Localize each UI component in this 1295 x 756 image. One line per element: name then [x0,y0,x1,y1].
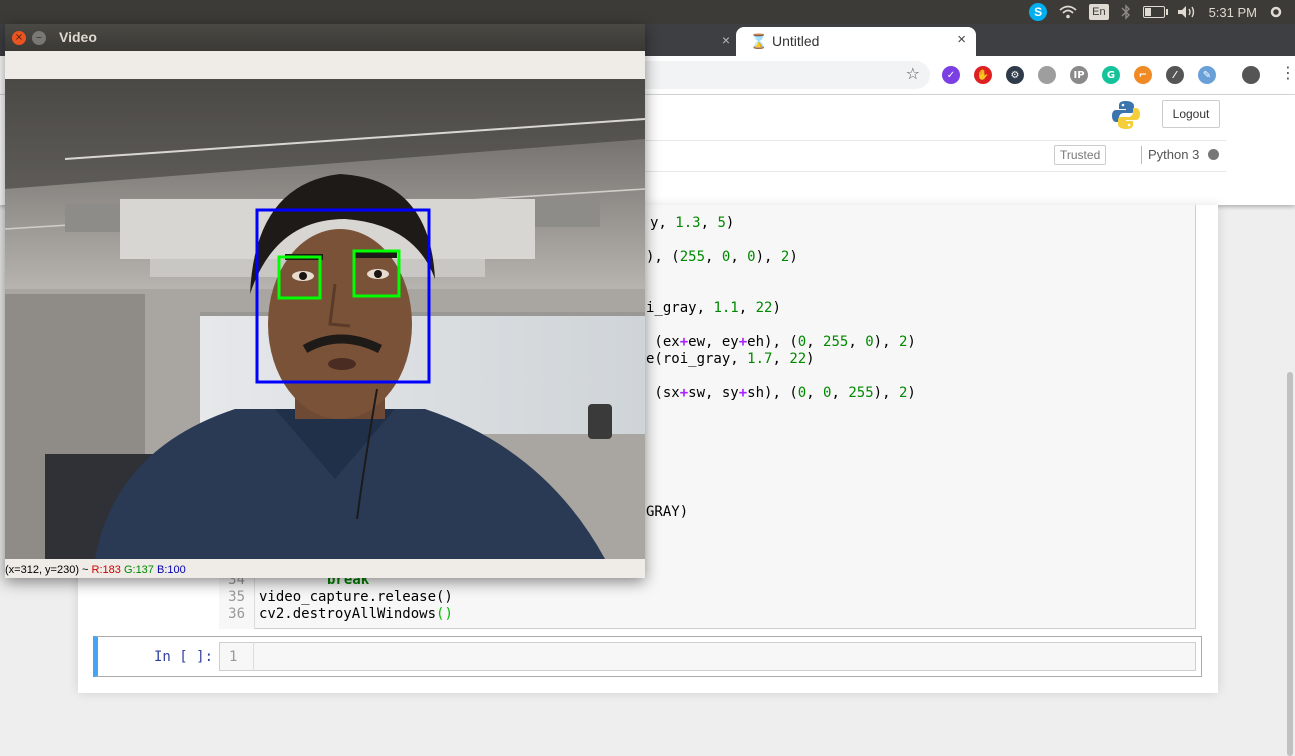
clock[interactable]: 5:31 PM [1209,5,1257,20]
address-bar[interactable]: ☆ [620,61,930,89]
tab-title: Untitled [772,33,820,49]
code-line: y, 1.3, 5) [650,215,735,231]
code-line: ), (255, 0, 0), 2) [646,249,798,265]
close-tab-icon[interactable]: × [957,31,966,48]
ext-color-brush-icon[interactable]: ✎ [1198,66,1216,84]
ext-grey-bubble-icon[interactable] [1038,66,1056,84]
line-number: 1 [229,649,238,665]
system-tray: S En 5:31 PM [1029,0,1283,24]
cell-prompt: In [ ]: [154,649,214,665]
skype-icon[interactable]: S [1029,3,1048,21]
system-top-panel: S En 5:31 PM [0,0,1295,24]
python-logo-icon [1112,101,1140,129]
trusted-indicator[interactable]: Trusted [1054,145,1107,165]
ext-red-hand-icon[interactable]: ✋ [974,66,992,84]
toolbar-divider [640,171,1226,172]
video-window-titlebar[interactable]: × – Video [5,24,645,51]
video-window-title: Video [59,29,97,45]
code-line: video_capture.release() [259,589,453,605]
battery-icon[interactable] [1142,6,1168,18]
logout-button[interactable]: Logout [1162,100,1220,128]
toolbar-divider [640,140,1226,141]
kernel-status-icon [1208,149,1219,160]
browser-tab-active[interactable]: ⌛ Untitled × [736,27,976,56]
profile-icon[interactable] [1242,66,1260,84]
kernel-name[interactable]: Python 3 [1148,147,1199,162]
webcam-frame [5,79,645,559]
empty-cell-input[interactable] [219,642,1196,671]
code-line: e(roi_gray, 1.7, 22) [646,351,815,367]
code-line: GRAY) [646,504,689,520]
line-number: 35 [228,589,245,605]
webcam-scene [5,79,645,559]
system-gear-icon[interactable] [1269,5,1283,19]
volume-icon[interactable] [1177,5,1197,19]
extension-icons: ✓ ✋ ⚙ IP G ⌐ ⁄ ✎ [942,66,1216,84]
window-minimize-icon[interactable]: – [32,31,46,45]
wifi-icon[interactable] [1059,5,1077,19]
window-close-icon[interactable]: × [12,31,26,45]
code-line: (ex+ew, ey+eh), (0, 255, 0), 2) [646,334,916,350]
bookmark-star-icon[interactable]: ☆ [906,64,920,83]
browser-menu-icon[interactable]: ⋮ [1280,63,1295,82]
page-scrollbar[interactable] [1287,372,1293,756]
code-line: cv2.destroyAllWindows() [259,606,453,622]
hourglass-icon: ⌛ [750,33,768,49]
video-window[interactable]: × – Video (x=312, y=230) ~ R:183 G:137 B… [5,24,645,578]
ext-purple-icon[interactable]: ✓ [942,66,960,84]
ext-ip-icon[interactable]: IP [1070,66,1088,84]
pixel-readout: (x=312, y=230) ~ R:183 G:137 B:100 [5,564,186,576]
kernel-divider [1141,146,1142,164]
ext-eyedropper-icon[interactable]: ⁄ [1166,66,1184,84]
code-line: (sx+sw, sy+sh), (0, 0, 255), 2) [646,385,916,401]
code-line: i_gray, 1.1, 22) [646,300,781,316]
bluetooth-icon[interactable] [1121,4,1131,20]
keyboard-language-indicator[interactable]: En [1089,4,1109,20]
ext-orange-tool-icon[interactable]: ⌐ [1134,66,1152,84]
ext-dark-gear-icon[interactable]: ⚙ [1006,66,1024,84]
line-number: 36 [228,606,245,622]
close-tab-icon[interactable]: × [722,32,730,48]
ext-grammarly-icon[interactable]: G [1102,66,1120,84]
video-window-toolbar [5,51,645,80]
